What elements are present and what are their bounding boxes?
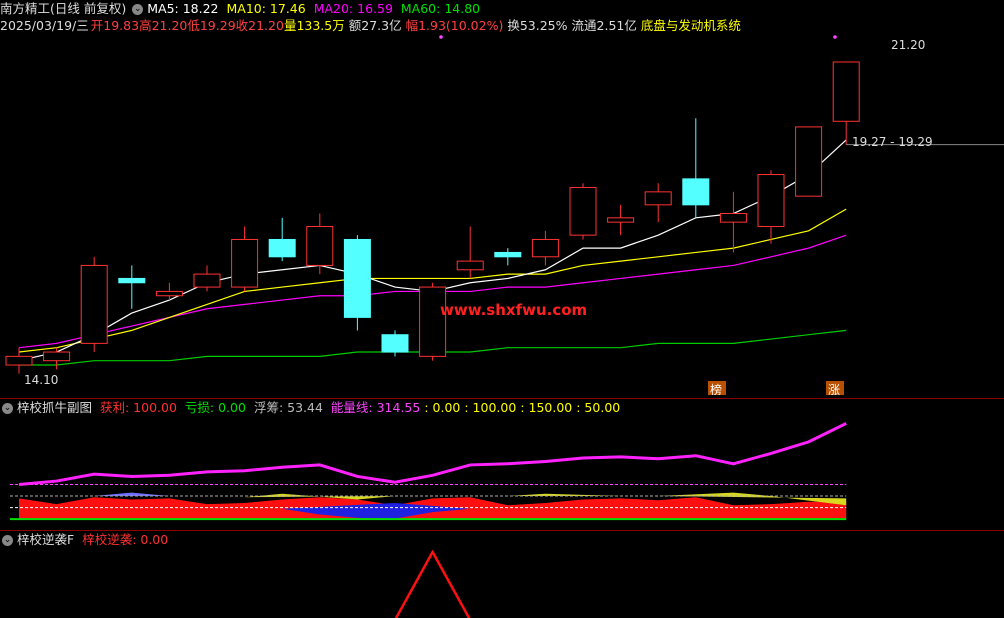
candle-body [43,351,71,362]
loss-value: 亏损: 0.00 [184,400,246,415]
candle-body [155,290,183,297]
indicator-header: ⌄ 梓校抓牛副图 获利: 100.00 亏损: 0.00 浮筹: 53.44 能量… [0,399,624,417]
candle-body [381,334,409,353]
chevron-down-icon[interactable]: ⌄ [2,535,13,546]
energy-value: 能量线: 314.55 [330,400,421,415]
reversal-header: ⌄ 梓校逆袭F 梓校逆袭: 0.00 [0,531,172,549]
candle-body [682,178,710,206]
candle-body [193,273,221,288]
candle-body [5,355,33,366]
high-price-label: 21.20 [891,38,925,52]
chevron-down-icon[interactable]: ⌄ [2,403,13,414]
candle-body [644,191,672,206]
profit-value: 获利: 100.00 [100,400,177,415]
candle-body [607,217,635,223]
reversal-chart[interactable] [0,550,1004,618]
indicator-title[interactable]: 梓校抓牛副图 [17,400,92,415]
energy-line [18,422,847,487]
range-label: 19.27 - 19.29 [852,135,933,149]
candle-body [419,286,447,357]
bang-tag[interactable]: 榜 [710,382,722,395]
candle-body [494,251,522,258]
watermark: www.shxfwu.com [440,301,587,319]
level-50: : 50.00 [576,400,621,415]
level-0: : 0.00 [424,400,461,415]
candle-body [795,126,823,197]
indicator-chart[interactable] [0,418,1004,528]
candle-body [306,225,334,266]
candle-body [832,61,860,122]
candle-body [719,212,747,223]
float-area [94,492,170,497]
candle-body [757,174,785,227]
reversal-line [394,550,471,618]
candle-body [231,238,259,288]
zhang-tag[interactable]: 涨 [828,382,840,395]
float-area [507,493,621,497]
candle-body [118,277,146,284]
signal-dot [833,35,837,39]
float-value: 浮筹: 53.44 [253,400,323,415]
reversal-title[interactable]: 梓校逆袭F [17,532,74,547]
candle-body [80,264,108,344]
candle-body [531,238,559,258]
level-100: : 100.00 [464,400,517,415]
candle-body [343,238,371,318]
candle-body [569,187,597,236]
candle-body [456,260,484,271]
low-price-label: 14.10 [24,373,58,387]
price-chart[interactable]: 21.20 14.10 19.27 - 19.29 www.shxfwu.com… [0,0,1004,395]
candle-body [268,238,296,258]
level-150: : 150.00 [520,400,573,415]
signal-dot [439,35,443,39]
reversal-value: 梓校逆袭: 0.00 [82,532,169,547]
